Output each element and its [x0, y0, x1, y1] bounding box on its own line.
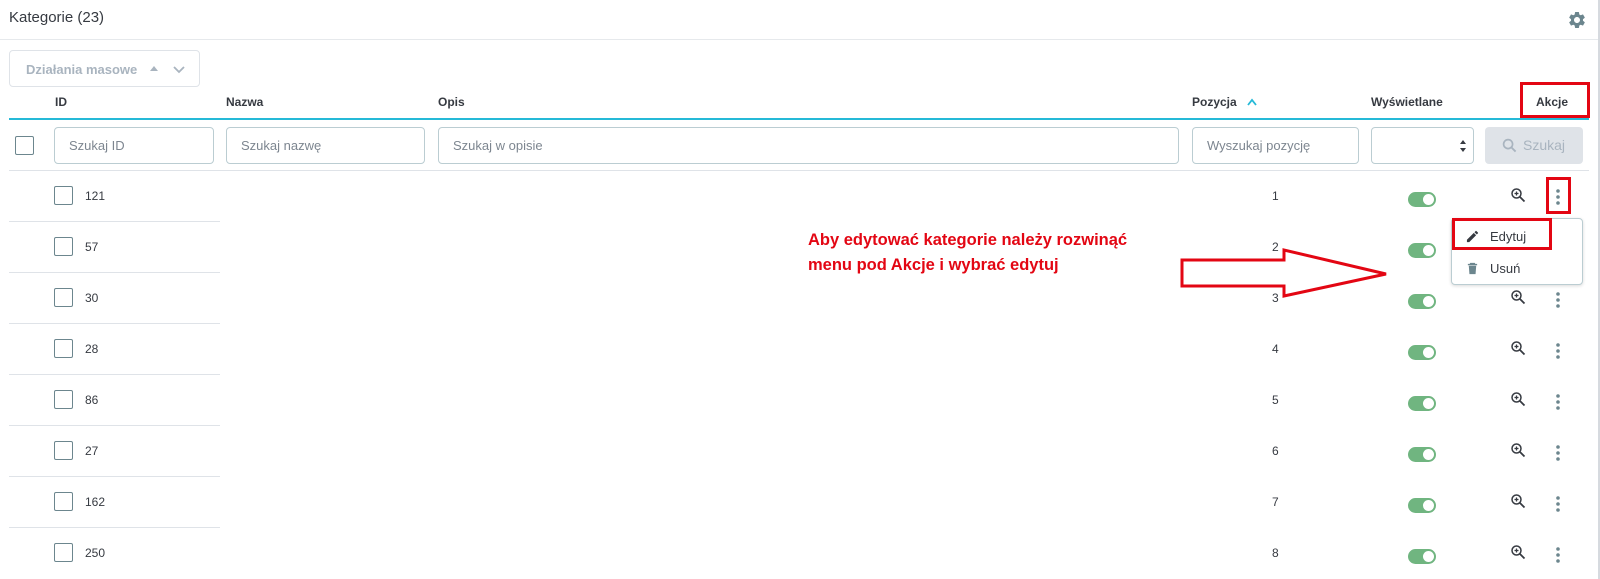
- row-position: 6: [1272, 444, 1279, 458]
- zoom-in-icon[interactable]: [1510, 340, 1526, 356]
- row-divider: [9, 374, 220, 375]
- row-position: 5: [1272, 393, 1279, 407]
- row-id: 162: [85, 495, 106, 509]
- annotation-line-1: Aby edytować kategorie należy rozwinąć: [808, 231, 1128, 249]
- row-divider: [9, 323, 220, 324]
- row-checkbox[interactable]: [54, 237, 73, 256]
- displayed-toggle[interactable]: [1408, 447, 1436, 462]
- row-checkbox[interactable]: [54, 441, 73, 460]
- more-actions-icon[interactable]: [1556, 292, 1560, 308]
- displayed-toggle[interactable]: [1408, 243, 1436, 258]
- row-divider: [9, 272, 220, 273]
- menu-item-delete[interactable]: Usuń: [1452, 254, 1584, 284]
- row-checkbox[interactable]: [54, 390, 73, 409]
- row-position: 1: [1272, 189, 1279, 203]
- zoom-in-icon[interactable]: [1510, 493, 1526, 509]
- row-checkbox[interactable]: [54, 492, 73, 511]
- more-actions-icon[interactable]: [1556, 445, 1560, 461]
- filter-row-divider: [9, 170, 1589, 171]
- arrow-right-icon: [1180, 248, 1387, 298]
- zoom-in-icon[interactable]: [1510, 391, 1526, 407]
- filter-position-input[interactable]: [1192, 127, 1359, 164]
- zoom-in-icon[interactable]: [1510, 187, 1526, 203]
- chevron-down-icon: [173, 66, 185, 74]
- bulk-actions-button[interactable]: Działania masowe: [9, 50, 200, 87]
- row-divider: [9, 527, 220, 528]
- more-actions-icon[interactable]: [1556, 343, 1560, 359]
- column-header-position[interactable]: Pozycja: [1192, 95, 1237, 109]
- menu-item-delete-label: Usuń: [1490, 261, 1521, 276]
- column-header-id[interactable]: ID: [55, 95, 67, 109]
- caret-up-icon: [150, 66, 158, 71]
- column-header-displayed[interactable]: Wyświetlane: [1371, 95, 1443, 109]
- displayed-toggle[interactable]: [1408, 345, 1436, 360]
- row-id: 57: [85, 240, 99, 254]
- row-checkbox[interactable]: [54, 288, 73, 307]
- instruction-annotation: Aby edytować kategorie należy rozwinąć m…: [808, 228, 1168, 278]
- column-header-name[interactable]: Nazwa: [226, 95, 263, 109]
- row-position: 7: [1272, 495, 1279, 509]
- gear-icon[interactable]: [1567, 10, 1587, 30]
- displayed-toggle[interactable]: [1408, 498, 1436, 513]
- sort-ascending-icon[interactable]: [1247, 98, 1257, 106]
- zoom-in-icon[interactable]: [1510, 442, 1526, 458]
- row-divider: [9, 476, 220, 477]
- displayed-toggle[interactable]: [1408, 294, 1436, 309]
- column-header-description[interactable]: Opis: [438, 95, 465, 109]
- highlight-more-actions: [1546, 177, 1571, 214]
- more-actions-icon[interactable]: [1556, 547, 1560, 563]
- search-icon: [1502, 138, 1517, 153]
- select-arrows-icon: [1460, 140, 1466, 152]
- filter-name-input[interactable]: [226, 127, 425, 164]
- filter-displayed-select[interactable]: [1371, 127, 1474, 164]
- panel-header: Kategorie (23): [0, 0, 1600, 40]
- row-divider: [9, 221, 220, 222]
- row-id: 28: [85, 342, 99, 356]
- row-checkbox[interactable]: [54, 339, 73, 358]
- displayed-toggle[interactable]: [1408, 192, 1436, 207]
- search-button[interactable]: Szukaj: [1485, 127, 1583, 164]
- filter-description-input[interactable]: [438, 127, 1179, 164]
- displayed-toggle[interactable]: [1408, 396, 1436, 411]
- trash-icon: [1467, 262, 1478, 275]
- panel-title: Kategorie (23): [9, 9, 105, 26]
- search-button-label: Szukaj: [1523, 137, 1566, 153]
- filter-id-input[interactable]: [54, 127, 214, 164]
- more-actions-icon[interactable]: [1556, 394, 1560, 410]
- row-id: 250: [85, 546, 106, 560]
- row-divider: [9, 425, 220, 426]
- annotation-line-2: menu pod Akcje i wybrać edytuj: [808, 256, 1059, 274]
- row-id: 30: [85, 291, 99, 305]
- row-checkbox[interactable]: [54, 543, 73, 562]
- header-underline: [9, 118, 1589, 120]
- row-id: 86: [85, 393, 99, 407]
- row-checkbox[interactable]: [54, 186, 73, 205]
- zoom-in-icon[interactable]: [1510, 544, 1526, 560]
- displayed-toggle[interactable]: [1408, 549, 1436, 564]
- bulk-actions-label: Działania masowe: [26, 62, 138, 77]
- zoom-in-icon[interactable]: [1510, 289, 1526, 305]
- row-position: 4: [1272, 342, 1279, 356]
- row-id: 121: [85, 189, 106, 203]
- select-all-checkbox[interactable]: [15, 136, 34, 155]
- highlight-edit-item: [1452, 218, 1552, 250]
- more-actions-icon[interactable]: [1556, 496, 1560, 512]
- row-position: 8: [1272, 546, 1279, 560]
- highlight-actions-header: [1520, 82, 1590, 118]
- row-id: 27: [85, 444, 99, 458]
